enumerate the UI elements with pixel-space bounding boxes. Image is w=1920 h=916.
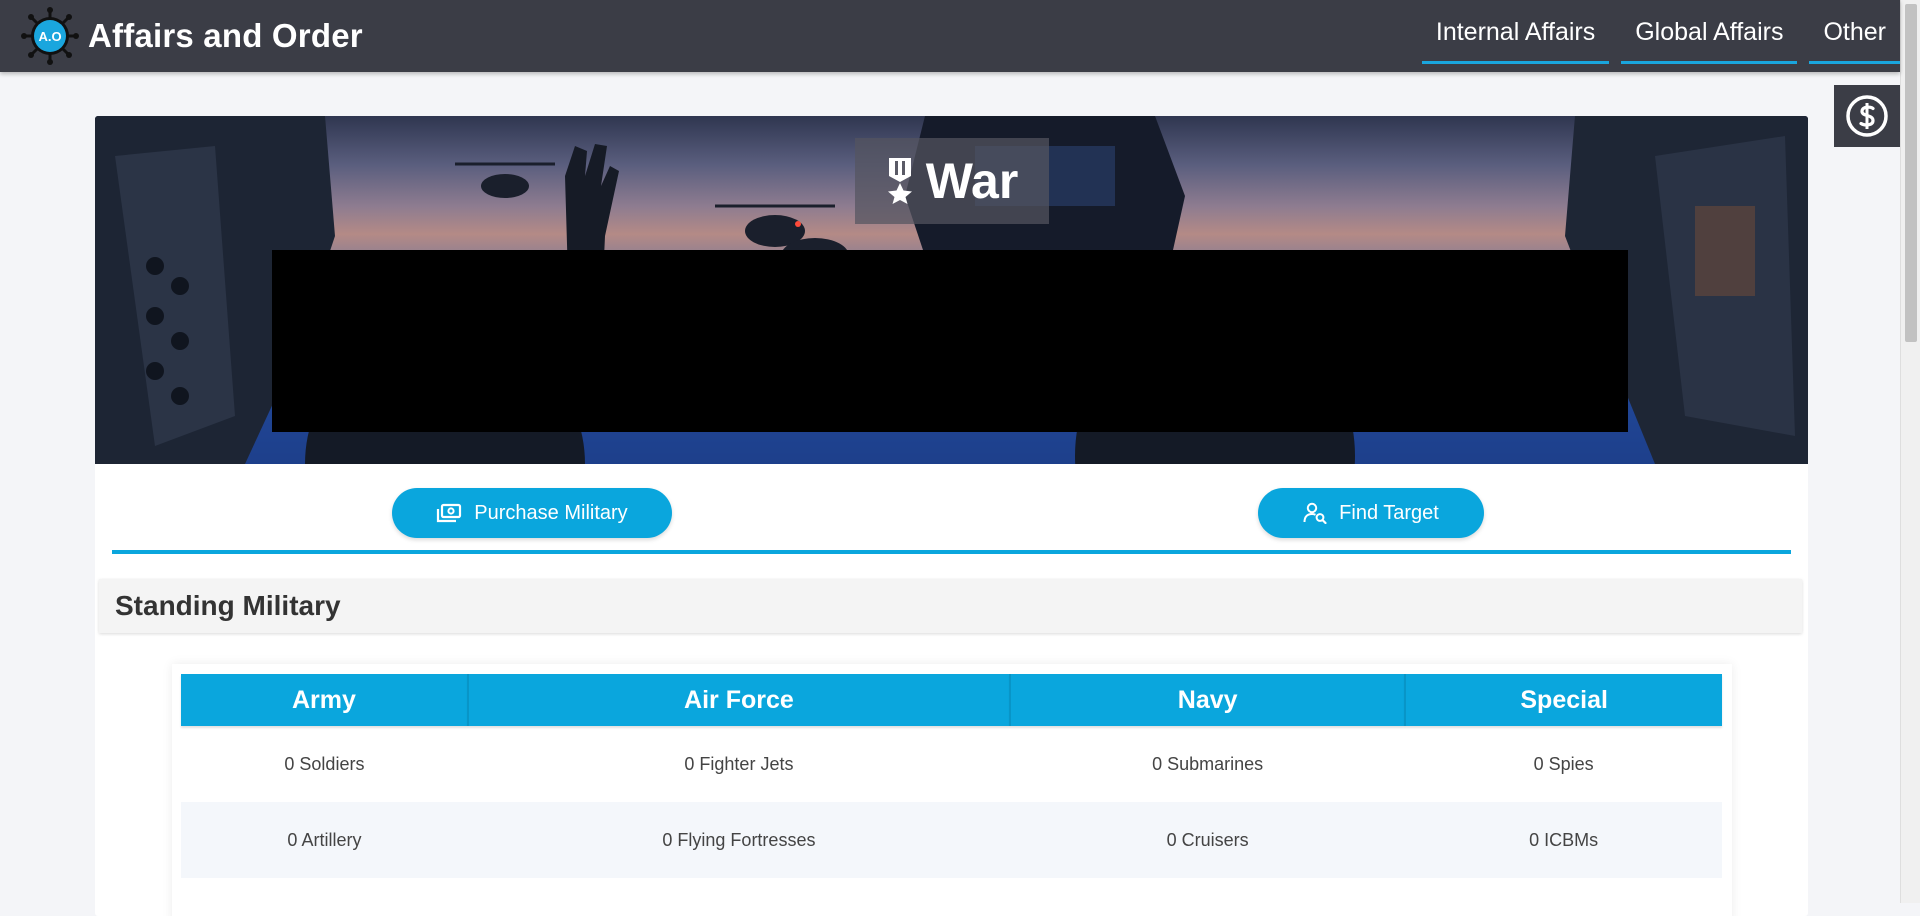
table-cell: 0 Spies: [1533, 753, 1594, 774]
nav-other[interactable]: Other: [1809, 0, 1900, 72]
table-cell: 0 Soldiers: [284, 753, 365, 774]
military-table: Army Air Force Navy Special 0 Soldiers 0…: [181, 674, 1722, 878]
hero-title-box: War: [855, 138, 1049, 224]
section-divider: [112, 550, 1791, 554]
column-header-special: Special: [1405, 674, 1722, 726]
nav-internal-affairs[interactable]: Internal Affairs: [1421, 0, 1610, 72]
table-row: 0 Soldiers 0 Fighter Jets 0 Submarines 0…: [181, 726, 1722, 802]
table-cell: 0 Submarines: [1152, 753, 1264, 774]
page-title: War: [925, 153, 1019, 209]
logo-text: A.O: [38, 29, 61, 44]
page-scrollbar[interactable]: [1900, 0, 1920, 903]
redacted-area: [272, 250, 1628, 432]
medal-star-icon: [887, 158, 912, 204]
currency-button[interactable]: [1834, 85, 1900, 147]
war-card: War Purchase Military Find Target Standi…: [95, 116, 1808, 916]
user-search-icon: [1303, 502, 1327, 524]
table-cell: 0 Cruisers: [1010, 802, 1406, 878]
find-target-button[interactable]: Find Target: [1258, 488, 1484, 538]
table-row: 0 Artillery 0 Flying Fortresses 0 Cruise…: [181, 802, 1722, 878]
hero-banner: War: [95, 116, 1808, 464]
column-header-navy: Navy: [1010, 674, 1407, 726]
table-cell: 0 Flying Fortresses: [467, 802, 1010, 878]
app-title: Affairs and Order: [88, 17, 363, 54]
purchase-military-button[interactable]: Purchase Military: [392, 488, 672, 538]
table-header-row: Army Air Force Navy Special: [181, 674, 1722, 726]
table-cell: 0 Fighter Jets: [684, 753, 794, 774]
table-cell: 0 Artillery: [181, 802, 468, 878]
brand[interactable]: A.O Affairs and Order: [20, 6, 363, 66]
nav-global-affairs[interactable]: Global Affairs: [1621, 0, 1798, 72]
section-title: Standing Military: [115, 590, 341, 621]
nav-links: Internal Affairs Global Affairs Other: [1410, 0, 1900, 72]
money-icon: [436, 503, 462, 523]
top-navbar: A.O Affairs and Order Internal Affairs G…: [0, 0, 1900, 72]
purchase-military-label: Purchase Military: [474, 501, 628, 524]
military-table-panel: Army Air Force Navy Special 0 Soldiers 0…: [172, 664, 1732, 916]
scrollbar-thumb[interactable]: [1905, 4, 1917, 342]
find-target-label: Find Target: [1339, 501, 1439, 524]
standing-military-header: Standing Military: [99, 579, 1802, 633]
logo-icon: A.O: [21, 7, 79, 65]
table-cell: 0 ICBMs: [1405, 802, 1722, 878]
dollar-circle-icon: [1846, 95, 1888, 137]
column-header-army: Army: [181, 674, 469, 726]
column-header-air-force: Air Force: [467, 674, 1012, 726]
